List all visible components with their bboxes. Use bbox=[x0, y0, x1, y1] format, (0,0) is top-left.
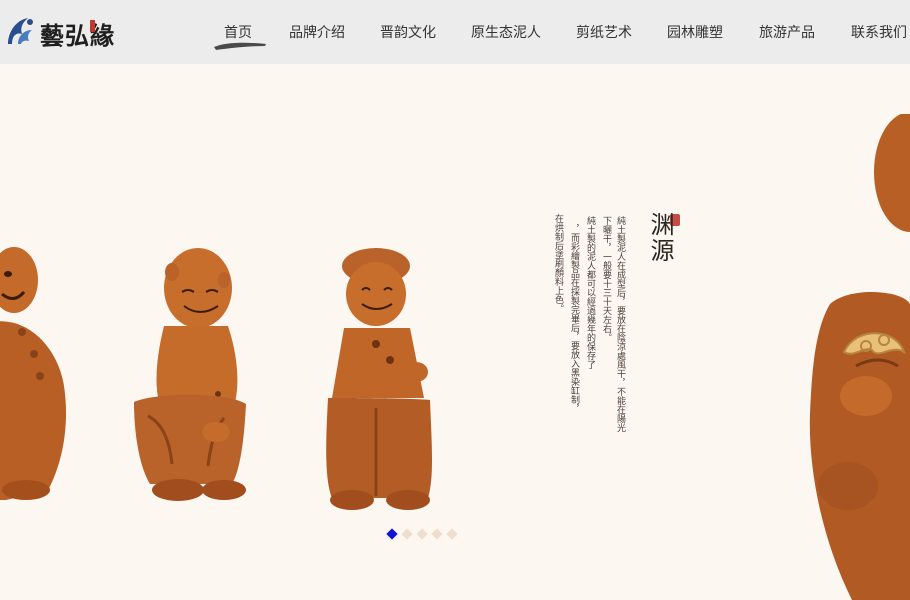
clay-figure-pants bbox=[134, 248, 246, 501]
hero-slider: 渊源 純土製泥人在成型后，要放在陰涼處風干，不能在陽光 下曬干，一般要十三十天左… bbox=[0, 64, 910, 600]
nav-item-paper-cutting[interactable]: 剪纸艺术 bbox=[576, 22, 632, 42]
brand-logo[interactable]: 藝弘緣 bbox=[6, 12, 118, 52]
logo-text: 藝弘緣 bbox=[40, 21, 115, 50]
nav-item-brand[interactable]: 品牌介绍 bbox=[289, 22, 345, 42]
nav-item-clay-figures[interactable]: 原生态泥人 bbox=[471, 22, 541, 42]
poem-line: 純土製的泥人都可以經過幾年的保存了 bbox=[585, 216, 595, 369]
poem-line: 純土製泥人在成型后，要放在陰涼處風干，不能在陽光 bbox=[615, 216, 625, 432]
nav-item-travel-products[interactable]: 旅游产品 bbox=[759, 22, 815, 42]
logo-seal bbox=[90, 20, 95, 32]
poem-line: ，而彩繪製品在採製完畢后，要放入黑染缸制， bbox=[569, 224, 579, 413]
poem-line: 在烘制后塗刷顏料上色。 bbox=[553, 214, 563, 313]
nav-item-garden-sculpture[interactable]: 园林雕塑 bbox=[667, 22, 723, 42]
slider-dot-5[interactable] bbox=[446, 528, 458, 540]
origin-poem: 渊源 純土製泥人在成型后，要放在陰涼處風干，不能在陽光 下曬干，一般要十三十天左… bbox=[548, 212, 688, 442]
clay-figure-left bbox=[0, 247, 66, 500]
slider-dot-3[interactable] bbox=[416, 528, 428, 540]
poem-line: 下曬干，一般要十三十天左右。 bbox=[601, 216, 611, 342]
clay-figure-right bbox=[809, 114, 910, 600]
clay-figure-boy bbox=[326, 248, 432, 510]
site-header: 藝弘緣 首页 品牌介绍 晋韵文化 原生态泥人 剪纸艺术 园林雕塑 旅游产品 联系… bbox=[0, 0, 910, 64]
nav-item-contact[interactable]: 联系我们 bbox=[851, 22, 907, 42]
slider-dot-1[interactable] bbox=[386, 528, 398, 540]
nav-item-culture[interactable]: 晋韵文化 bbox=[380, 22, 436, 42]
slider-dot-4[interactable] bbox=[431, 528, 443, 540]
slider-dot-2[interactable] bbox=[401, 528, 413, 540]
wave-logo-icon bbox=[8, 18, 33, 44]
poem-title: 渊源 bbox=[646, 212, 674, 264]
nav-item-home[interactable]: 首页 bbox=[224, 22, 252, 42]
